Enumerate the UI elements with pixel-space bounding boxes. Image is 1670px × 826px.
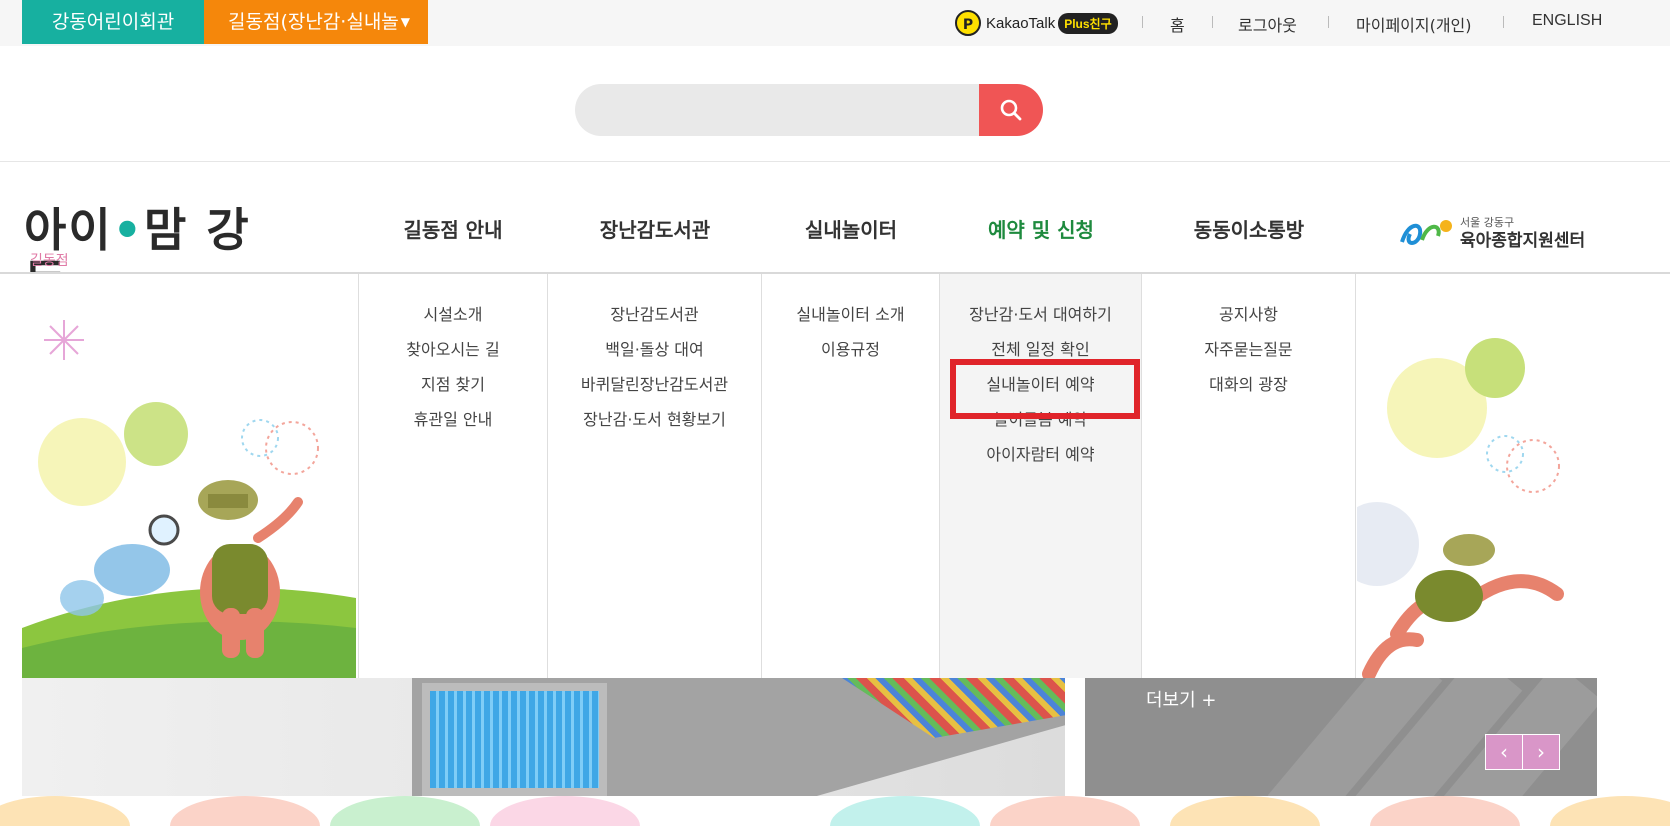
explorer-running-illustration bbox=[1357, 338, 1564, 678]
logout-link[interactable]: 로그아웃 bbox=[1238, 12, 1297, 35]
nav-branch-info[interactable]: 길동점 안내 bbox=[358, 214, 548, 252]
submenu-toy-library: 장난감도서관 백일·돌상 대여 바퀴달린장난감도서관 장난감·도서 현황보기 bbox=[548, 274, 762, 678]
submenu-item[interactable]: 지점 찾기 bbox=[359, 374, 547, 409]
next-button[interactable]: › bbox=[1522, 734, 1560, 770]
nav-indoor-playground[interactable]: 실내놀이터 bbox=[762, 214, 940, 252]
search-button[interactable] bbox=[979, 84, 1043, 136]
kakao-label: KakaoTalk bbox=[986, 14, 1056, 32]
submenu-item[interactable]: 자주묻는질문 bbox=[1142, 339, 1355, 374]
kakao-plus-link[interactable]: P KakaoTalk Plus친구 bbox=[955, 10, 1118, 36]
submenu-item[interactable]: 장난감도서관 bbox=[548, 304, 761, 339]
submenu-item[interactable]: 백일·돌상 대여 bbox=[548, 339, 761, 374]
partner-logo[interactable]: 서울 강동구 육아종합지원센터 bbox=[1398, 214, 1588, 254]
top-bar: 강동어린이회관 길동점(장난감·실내놀 ▼ P KakaoTalk Plus친구… bbox=[0, 0, 1670, 46]
explorer-illustration bbox=[22, 320, 356, 678]
kakao-plus-icon: P bbox=[955, 10, 981, 36]
submenu-item[interactable]: 장난감·도서 현황보기 bbox=[548, 409, 761, 444]
kakao-plus-badge: Plus친구 bbox=[1058, 12, 1118, 34]
site-logo[interactable]: 아이•맘 강동 길동점 bbox=[24, 204, 284, 308]
more-link[interactable]: 더보기 + bbox=[1146, 686, 1216, 712]
main-banner-image[interactable] bbox=[22, 678, 1065, 796]
submenu-item[interactable]: 찾아오시는 길 bbox=[359, 339, 547, 374]
submenu-item[interactable]: 아이자람터 예약 bbox=[940, 444, 1141, 479]
submenu-item[interactable]: 공지사항 bbox=[1142, 304, 1355, 339]
submenu-item[interactable]: 대화의 광장 bbox=[1142, 374, 1355, 409]
divider bbox=[1142, 16, 1143, 28]
submenu-community: 공지사항 자주묻는질문 대화의 광장 bbox=[1142, 274, 1356, 678]
selection-highlight bbox=[950, 359, 1140, 419]
decorative-bubbles bbox=[0, 796, 1670, 826]
nav-toy-library[interactable]: 장난감도서관 bbox=[548, 214, 762, 252]
nav-reservation[interactable]: 예약 및 신청 bbox=[940, 214, 1142, 252]
lego-table bbox=[422, 683, 607, 796]
mypage-link[interactable]: 마이페이지(개인) bbox=[1356, 12, 1472, 35]
english-link[interactable]: ENGLISH bbox=[1532, 12, 1602, 34]
submenu-item[interactable]: 휴관일 안내 bbox=[359, 409, 547, 444]
nav-community[interactable]: 동동이소통방 bbox=[1142, 214, 1356, 252]
branch-site-label: 길동점(장난감·실내놀 bbox=[228, 11, 399, 33]
search-input[interactable] bbox=[575, 84, 985, 136]
search-row bbox=[0, 46, 1670, 162]
prev-button[interactable]: ‹ bbox=[1485, 734, 1523, 770]
divider bbox=[1328, 16, 1329, 28]
submenu-item[interactable]: 시설소개 bbox=[359, 304, 547, 339]
submenu-item[interactable]: 장난감·도서 대여하기 bbox=[940, 304, 1141, 339]
notice-panel: 더보기 + ‹ › bbox=[1085, 678, 1597, 796]
home-link[interactable]: 홈 bbox=[1170, 12, 1185, 35]
partner-emblem-icon bbox=[1400, 220, 1452, 245]
divider bbox=[1503, 16, 1504, 28]
submenu-reservation: 장난감·도서 대여하기 전체 일정 확인 실내놀이터 예약 놀이돌봄 예약 아이… bbox=[940, 274, 1142, 678]
divider bbox=[1212, 16, 1213, 28]
submenu-item[interactable]: 실내놀이터 소개 bbox=[762, 304, 939, 339]
branch-site-tab[interactable]: 길동점(장난감·실내놀 ▼ bbox=[204, 0, 428, 44]
partner-title: 육아종합지원센터 bbox=[1460, 231, 1586, 251]
chevron-down-icon: ▼ bbox=[400, 15, 410, 29]
submenu-item[interactable]: 이용규정 bbox=[762, 339, 939, 374]
main-site-tab[interactable]: 강동어린이회관 bbox=[22, 0, 204, 44]
submenu-branch-info: 시설소개 찾아오시는 길 지점 찾기 휴관일 안내 bbox=[358, 274, 548, 678]
search-icon bbox=[1000, 99, 1022, 121]
logo-subtitle: 길동점 bbox=[30, 253, 69, 269]
submenu-item[interactable]: 바퀴달린장난감도서관 bbox=[548, 374, 761, 409]
submenu-indoor-playground: 실내놀이터 소개 이용규정 bbox=[762, 274, 940, 678]
mega-menu: 시설소개 찾아오시는 길 지점 찾기 휴관일 안내 장난감도서관 백일·돌상 대… bbox=[0, 274, 1670, 678]
